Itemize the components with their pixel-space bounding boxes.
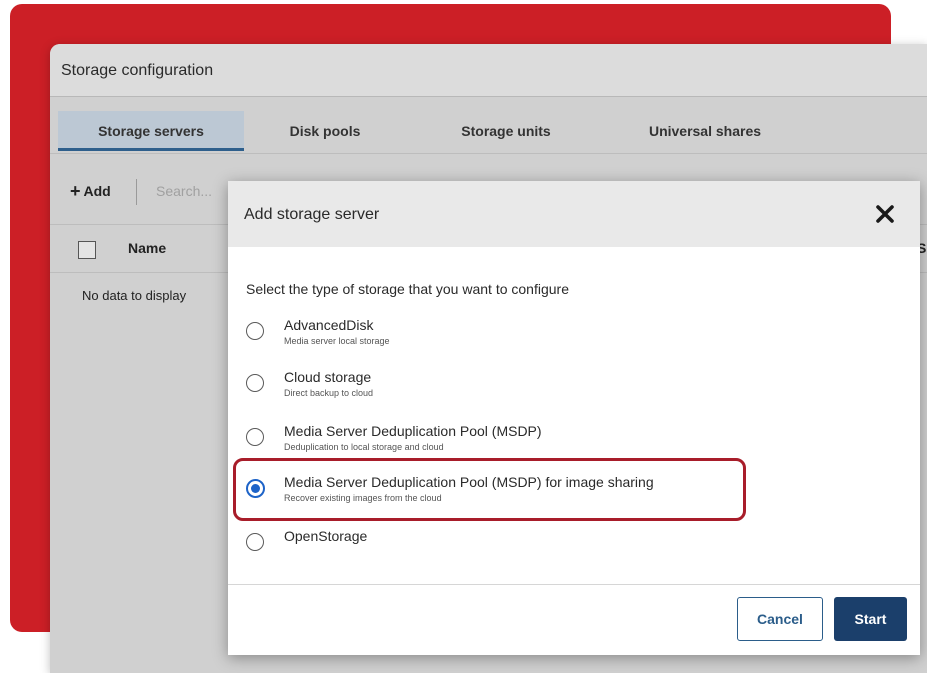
dialog-footer-divider	[228, 584, 920, 585]
close-icon[interactable]	[874, 203, 896, 225]
dialog-header: Add storage server	[228, 181, 920, 247]
option-msdp-image-sharing[interactable]: Media Server Deduplication Pool (MSDP) f…	[246, 474, 746, 518]
radio-advanceddisk[interactable]	[246, 322, 264, 340]
plus-icon: +	[70, 181, 81, 201]
empty-table-message: No data to display	[82, 288, 187, 303]
option-label: Media Server Deduplication Pool (MSDP) f…	[284, 474, 654, 490]
tab-universal-shares[interactable]: Universal shares	[610, 111, 800, 151]
storage-type-prompt: Select the type of storage that you want…	[246, 281, 569, 297]
dialog-title: Add storage server	[244, 206, 380, 223]
tab-storage-units[interactable]: Storage units	[422, 111, 590, 151]
toolbar-divider	[136, 179, 137, 205]
column-header-name[interactable]: Name	[128, 240, 166, 256]
add-button[interactable]: + Add	[70, 181, 111, 202]
option-description: Recover existing images from the cloud	[284, 493, 442, 503]
radio-msdp[interactable]	[246, 428, 264, 446]
radio-msdp-image-sharing[interactable]	[246, 479, 265, 498]
start-button[interactable]: Start	[834, 597, 907, 641]
radio-cloud-storage[interactable]	[246, 374, 264, 392]
option-label: OpenStorage	[284, 528, 368, 544]
option-advanceddisk[interactable]: AdvancedDisk Media server local storage	[246, 317, 746, 361]
option-label: AdvancedDisk	[284, 317, 374, 333]
cancel-button[interactable]: Cancel	[737, 597, 823, 641]
option-openstorage[interactable]: OpenStorage	[246, 528, 746, 572]
option-description: Deduplication to local storage and cloud	[284, 442, 444, 452]
search-input[interactable]: Search...	[156, 183, 212, 199]
option-label: Cloud storage	[284, 369, 372, 385]
tab-disk-pools[interactable]: Disk pools	[250, 111, 400, 151]
option-description: Direct backup to cloud	[284, 388, 374, 398]
tab-bar: Storage servers Disk pools Storage units…	[50, 97, 927, 154]
radio-openstorage[interactable]	[246, 533, 264, 551]
option-cloud-storage[interactable]: Cloud storage Direct backup to cloud	[246, 369, 746, 413]
add-button-label: Add	[83, 183, 111, 199]
option-description: Media server local storage	[284, 336, 390, 346]
select-all-checkbox[interactable]	[78, 241, 96, 259]
option-label: Media Server Deduplication Pool (MSDP)	[284, 423, 542, 439]
window-title-bar: Storage configuration	[50, 44, 927, 97]
add-storage-server-dialog: Add storage server Select the type of st…	[228, 181, 920, 655]
tab-storage-servers[interactable]: Storage servers	[58, 111, 244, 151]
window-title: Storage configuration	[61, 62, 214, 79]
